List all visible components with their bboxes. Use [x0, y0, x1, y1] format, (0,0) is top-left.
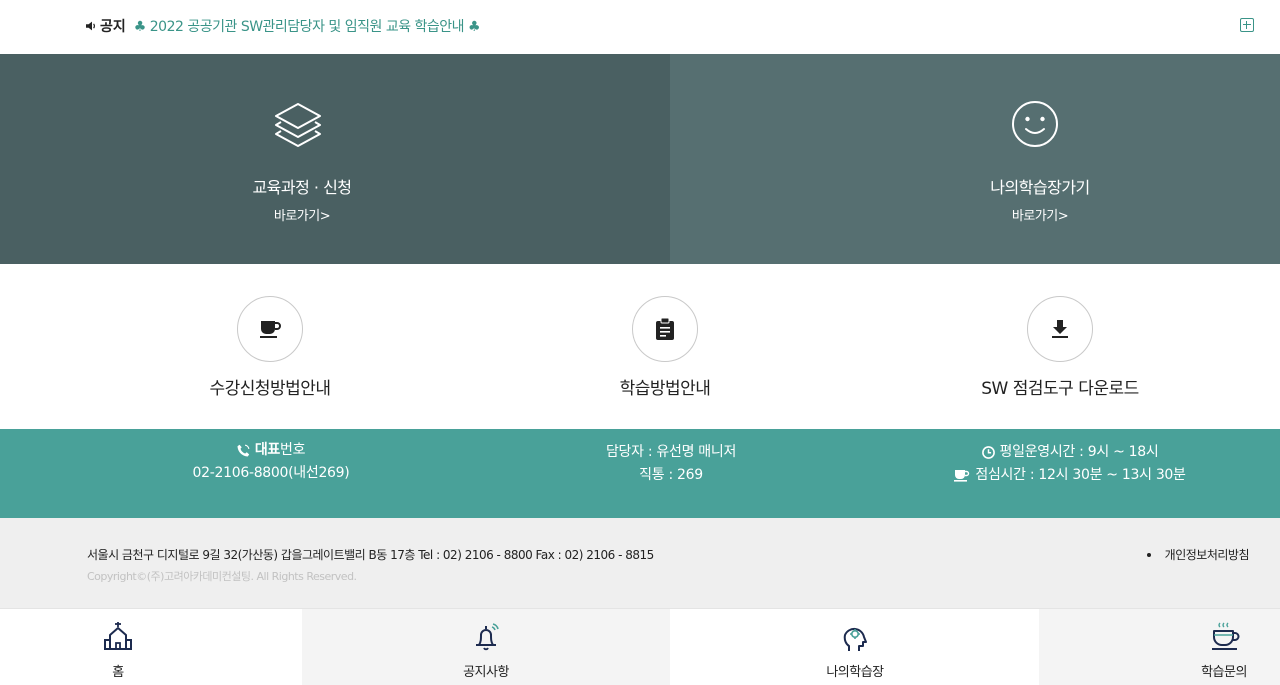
bottom-nav-my-learning-label: 나의학습장: [826, 665, 884, 680]
bottom-nav-inquiry[interactable]: 학습문의: [1039, 609, 1280, 685]
manager-name: 담당자 : 유선명 매니저: [605, 444, 737, 460]
quick-links: 수강신청방법안내 학습방법안내 SW 점검도구 다운로드: [0, 264, 1280, 429]
weekday-hours: 평일운영시간 : 9시 ~ 18시: [999, 444, 1159, 460]
bottom-nav-inquiry-label: 학습문의: [1201, 665, 1247, 680]
main-phone-label-bold: 대표: [254, 442, 280, 458]
manager-block: 담당자 : 유선명 매니저 직통 : 269: [521, 441, 821, 487]
main-phone-block: 대표 번호 02-2106-8800(내선269): [121, 439, 421, 485]
notice-label: 공지: [86, 16, 126, 36]
head-icon: [843, 627, 867, 651]
notice-content: 공지 ♣ 2022 공공기관 SW관리담당자 및 임직원 교육 학습안내 ♣: [86, 15, 481, 37]
clock-icon: [981, 446, 995, 459]
lunch-hours: 점심시간 : 12시 30분 ~ 13시 30분: [975, 467, 1186, 483]
main-phone-number: 02-2106-8800(내선269): [192, 465, 350, 481]
my-learning-link[interactable]: 바로가기>: [960, 205, 1120, 224]
bullet-icon: [1146, 552, 1151, 557]
footer: 서울시 금천구 디지털로 9길 32(가산동) 갑을그레이트밸리 B동 17층 …: [0, 518, 1280, 608]
bottom-nav-my-learning[interactable]: 나의학습장: [670, 609, 1039, 685]
notice-label-text: 공지: [100, 19, 126, 35]
speaker-icon: [86, 21, 95, 31]
home-icon: [104, 622, 132, 650]
quick-link-label: SW 점검도구 다운로드: [981, 379, 1139, 399]
quick-link-label: 수강신청방법안내: [209, 379, 331, 399]
quick-link-circle[interactable]: [632, 296, 698, 362]
coffee-cup-icon: [954, 470, 970, 482]
clipboard-icon: [656, 318, 674, 340]
coffee-cup-icon: [260, 321, 281, 338]
notice-link[interactable]: ♣ 2022 공공기관 SW관리담당자 및 임직원 교육 학습안내 ♣: [134, 16, 481, 36]
download-icon: [1052, 320, 1068, 338]
course-application-title: 교육과정 · 신청: [252, 178, 352, 197]
footer-address: 서울시 금천구 디지털로 9길 32(가산동) 갑을그레이트밸리 B동 17층 …: [87, 548, 654, 562]
course-application-link[interactable]: 바로가기>: [222, 205, 382, 224]
quick-link-label: 학습방법안내: [619, 379, 711, 399]
privacy-policy-label: 개인정보처리방침: [1164, 548, 1250, 562]
layers-icon: [275, 103, 321, 147]
footer-copyright: Copyright©(주)고려아카데미컨설팅. All Rights Reser…: [87, 570, 357, 583]
privacy-policy-link[interactable]: 개인정보처리방침: [1146, 546, 1250, 563]
hours-block: 평일운영시간 : 9시 ~ 18시 점심시간 : 12시 30분 ~ 13시 3…: [920, 441, 1220, 487]
tea-cup-icon: [1212, 622, 1240, 650]
bottom-nav-home[interactable]: 홈: [0, 609, 302, 685]
lunch-hours-row: 점심시간 : 12시 30분 ~ 13시 30분: [920, 464, 1220, 487]
quick-link-study-guide[interactable]: 학습방법안내: [515, 296, 815, 406]
quick-link-enrollment-guide[interactable]: 수강신청방법안내: [120, 296, 420, 406]
my-learning-title: 나의학습장가기: [990, 178, 1090, 197]
quick-link-circle[interactable]: [237, 296, 303, 362]
bottom-nav: 홈 공지사항 나의학습장 학습문의: [0, 608, 1280, 685]
phone-icon: [237, 444, 250, 457]
main-phone-label: 대표 번호: [121, 439, 421, 462]
contact-band: 대표 번호 02-2106-8800(내선269) 담당자 : 유선명 매니저 직…: [0, 429, 1280, 518]
direct-extension: 직통 : 269: [639, 467, 703, 483]
smile-icon: [1012, 101, 1058, 147]
quick-link-sw-tool-download[interactable]: SW 점검도구 다운로드: [910, 296, 1210, 406]
bell-icon: [476, 623, 499, 651]
main-phone-label-rest: 번호: [280, 442, 306, 458]
bottom-nav-notices[interactable]: 공지사항: [302, 609, 670, 685]
notice-bar: 공지 ♣ 2022 공공기관 SW관리담당자 및 임직원 교육 학습안내 ♣: [0, 0, 1280, 54]
bottom-nav-notices-label: 공지사항: [463, 665, 509, 680]
course-application-tile[interactable]: 교육과정 · 신청 바로가기>: [0, 54, 670, 264]
quick-link-circle[interactable]: [1027, 296, 1093, 362]
bottom-nav-home-label: 홈: [112, 665, 124, 680]
weekday-hours-row: 평일운영시간 : 9시 ~ 18시: [920, 441, 1220, 464]
plus-box-icon[interactable]: [1240, 18, 1254, 32]
my-learning-tile[interactable]: 나의학습장가기 바로가기>: [670, 54, 1280, 264]
